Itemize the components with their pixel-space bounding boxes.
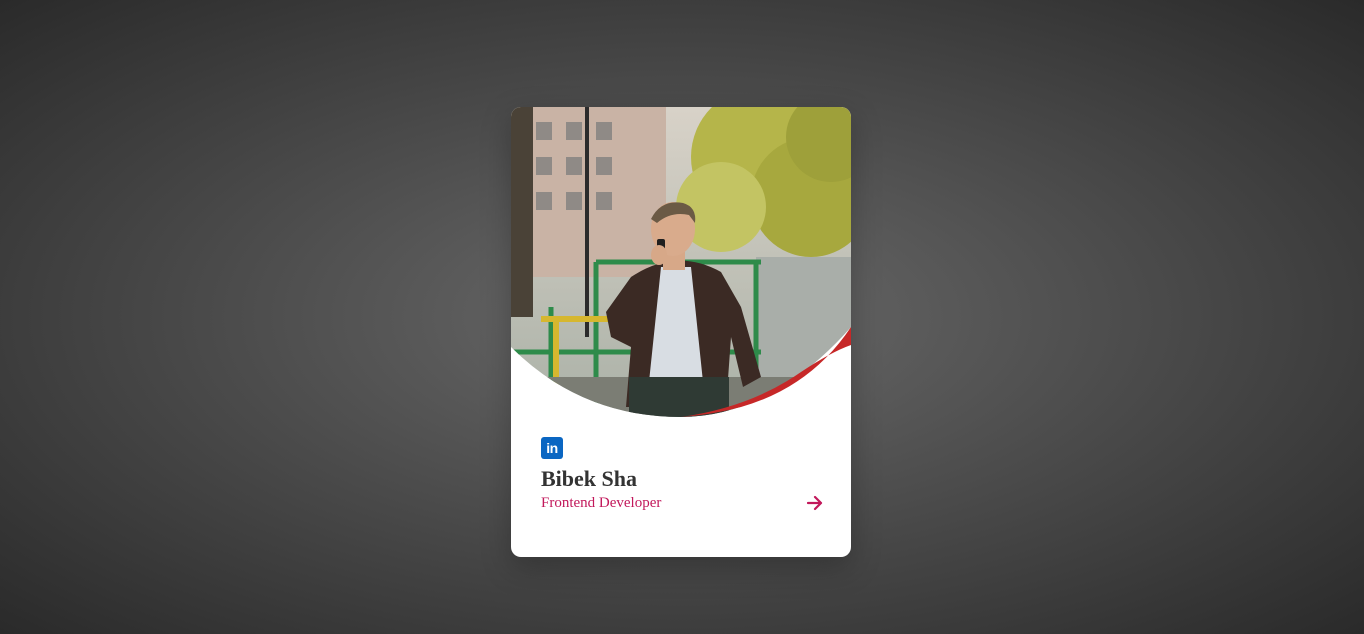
profile-photo	[511, 107, 851, 427]
profile-name: Bibek Sha	[541, 466, 637, 491]
arrow-right-icon[interactable]	[805, 493, 825, 513]
role-row: Frontend Developer	[541, 493, 825, 513]
linkedin-icon[interactable]: in	[541, 437, 563, 459]
profile-info: in Bibek Sha Frontend Developer	[541, 437, 823, 513]
profile-role: Frontend Developer	[541, 495, 662, 511]
profile-card: in Bibek Sha Frontend Developer	[511, 107, 851, 557]
